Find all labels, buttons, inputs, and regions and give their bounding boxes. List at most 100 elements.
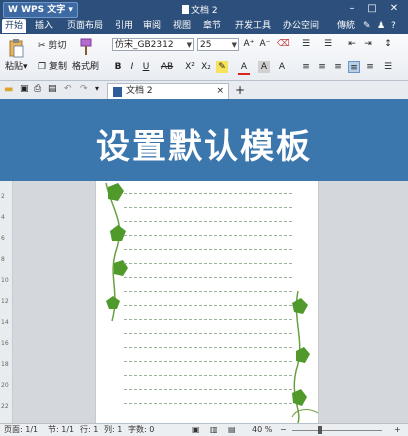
menu-bar: 开始 插入 页面布局 引用 审阅 视图 章节 开发工具 办公空间 傳統 ✎ ♟ … — [0, 18, 408, 34]
decrease-indent-icon[interactable]: ⇤ — [346, 38, 358, 50]
template-dashed-line — [124, 347, 292, 348]
format-painter-icon[interactable] — [78, 38, 94, 56]
font-color-icon[interactable]: A — [238, 61, 250, 75]
paste-icon[interactable] — [8, 38, 24, 58]
pen-icon[interactable]: ✎ — [360, 19, 374, 33]
vertical-ruler[interactable]: 2 4 6 8 10 12 14 16 18 20 22 — [0, 181, 13, 423]
row-indicator: 行: 1 — [80, 425, 99, 434]
print-preview-icon[interactable]: ▤ — [48, 84, 57, 94]
scissors-icon: ✂ — [38, 41, 46, 51]
template-dashed-line — [124, 249, 292, 250]
template-dashed-line — [124, 361, 292, 362]
italic-icon[interactable]: I — [126, 61, 138, 73]
increase-indent-icon[interactable]: ⇥ — [362, 38, 374, 50]
zoom-slider[interactable] — [292, 430, 382, 431]
zoom-out-icon[interactable]: − — [280, 424, 287, 436]
align-right-icon[interactable]: ≡ — [332, 61, 344, 73]
align-center-icon[interactable]: ≡ — [316, 61, 328, 73]
title-bar: W WPS 文字 ▾ 文档 2 – □ ✕ — [0, 0, 408, 18]
grow-font-icon[interactable]: A⁺ — [243, 38, 255, 50]
template-dashed-line — [124, 221, 292, 222]
traditional-chinese-button[interactable]: 傳統 — [334, 19, 358, 33]
tab-developer[interactable]: 开发工具 — [232, 19, 274, 33]
word-doc-icon — [113, 87, 122, 97]
tab-page-layout[interactable]: 页面布局 — [64, 19, 106, 33]
web-view-icon[interactable]: ▤ — [228, 424, 236, 436]
subscript-icon[interactable]: X₂ — [200, 61, 212, 73]
close-button[interactable]: ✕ — [384, 0, 404, 18]
strikethrough-icon[interactable]: AB — [158, 61, 176, 73]
document-icon — [182, 5, 189, 14]
quick-access-dropdown-icon[interactable]: ▾ — [95, 84, 99, 93]
tab-references[interactable]: 引用 — [112, 19, 136, 33]
copy-button[interactable]: ❐ 复制 — [38, 61, 67, 73]
template-dashed-line — [124, 263, 292, 264]
save-icon[interactable]: ▣ — [20, 84, 29, 94]
template-dashed-line — [124, 277, 292, 278]
wps-logo-icon: W — [8, 5, 22, 15]
column-indicator: 列: 1 — [104, 425, 123, 434]
phonetic-icon[interactable]: A — [276, 61, 288, 73]
chevron-down-icon: ▾ — [65, 5, 73, 15]
align-left-icon[interactable]: ≡ — [300, 61, 312, 73]
underline-icon[interactable]: U — [140, 61, 152, 73]
cut-button[interactable]: ✂ 剪切 — [38, 40, 66, 52]
reading-view-icon[interactable]: ▥ — [210, 424, 218, 436]
zoom-in-icon[interactable]: + — [394, 424, 401, 436]
redo-icon[interactable]: ↷ — [80, 84, 88, 94]
wps-app-menu-button[interactable]: W WPS 文字 ▾ — [3, 2, 78, 18]
word-count[interactable]: 字数: 0 — [128, 424, 154, 436]
tab-insert[interactable]: 插入 — [32, 19, 56, 33]
line-spacing-icon[interactable]: ☰ — [382, 61, 394, 73]
template-dashed-line — [124, 319, 292, 320]
help-icon[interactable]: ? — [388, 19, 399, 33]
document-tab[interactable]: 文档 2 × — [107, 83, 229, 99]
open-folder-icon[interactable]: ▬ — [4, 84, 13, 95]
zoom-slider-thumb[interactable] — [318, 426, 322, 434]
distributed-icon[interactable]: ≡ — [364, 61, 376, 73]
page-view-icon[interactable]: ▣ — [192, 424, 200, 436]
vine-border-decoration — [105, 182, 318, 423]
tab-chapter[interactable]: 章节 — [200, 19, 224, 33]
shirt-skin-icon[interactable]: ♟ — [374, 19, 388, 33]
window-title: 文档 2 — [182, 3, 218, 16]
print-icon[interactable]: ⎙ — [34, 84, 41, 94]
character-shading-icon[interactable]: A — [258, 61, 270, 73]
template-dashed-line — [124, 235, 292, 236]
close-tab-icon[interactable]: × — [216, 84, 224, 99]
justify-icon[interactable]: ≡ — [348, 61, 360, 73]
bold-icon[interactable]: B — [112, 61, 124, 73]
bullet-list-icon[interactable]: ☰ — [300, 38, 312, 50]
sort-icon[interactable]: ↕ — [382, 38, 394, 50]
zoom-level[interactable]: 40 % — [252, 424, 272, 436]
template-dashed-line — [124, 305, 292, 306]
tab-review[interactable]: 审阅 — [140, 19, 164, 33]
template-dashed-line — [124, 375, 292, 376]
tab-view[interactable]: 视图 — [170, 19, 194, 33]
new-tab-button[interactable]: + — [235, 83, 245, 97]
title-banner: 设置默认模板 — [0, 99, 408, 181]
highlight-icon[interactable]: ✎ — [216, 61, 228, 73]
format-painter-button[interactable]: 格式刷 — [72, 61, 99, 73]
template-dashed-line — [124, 207, 292, 208]
maximize-button[interactable]: □ — [362, 0, 382, 18]
superscript-icon[interactable]: X² — [184, 61, 196, 73]
font-size-select[interactable]: 25 ▼ — [197, 38, 239, 51]
status-bar: 页面: 1/1 节: 1/1 行: 1 列: 1 字数: 0 ▣ ▥ ▤ 40 … — [0, 423, 408, 436]
numbered-list-icon[interactable]: ☰ — [322, 38, 334, 50]
template-dashed-line — [124, 193, 292, 194]
document-page[interactable] — [95, 181, 319, 423]
ribbon-toolbar: 粘贴▾ ✂ 剪切 ❐ 复制 格式刷 仿宋_GB2312 ▼ 25 ▼ A⁺ A⁻ ⌫… — [0, 34, 408, 81]
undo-icon[interactable]: ↶ — [64, 84, 72, 94]
template-dashed-line — [124, 389, 292, 390]
font-name-select[interactable]: 仿宋_GB2312 ▼ — [112, 38, 194, 51]
minimize-button[interactable]: – — [342, 0, 362, 18]
shrink-font-icon[interactable]: A⁻ — [259, 38, 271, 50]
page-indicator[interactable]: 页面: 1/1 — [4, 424, 38, 436]
clear-format-icon[interactable]: ⌫ — [277, 38, 290, 50]
tab-office-space[interactable]: 办公空间 — [280, 19, 322, 33]
template-dashed-line — [124, 403, 292, 404]
copy-icon: ❐ — [38, 62, 47, 72]
paste-button[interactable]: 粘贴▾ — [5, 61, 28, 73]
tab-home[interactable]: 开始 — [2, 19, 27, 33]
